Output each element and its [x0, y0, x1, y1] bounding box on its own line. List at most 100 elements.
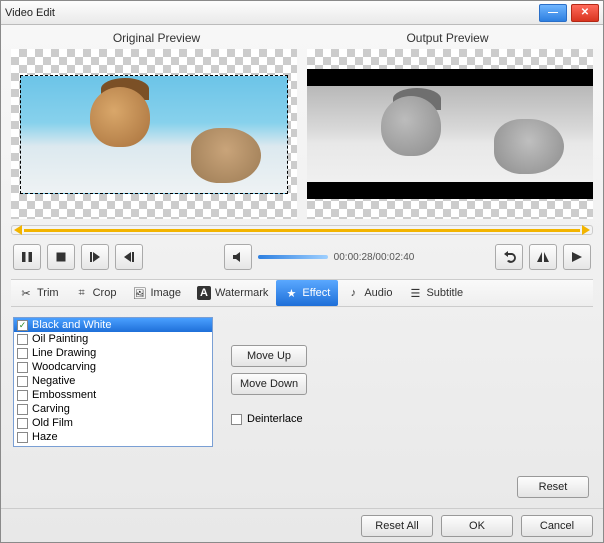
- list-item[interactable]: Black and White: [14, 318, 212, 332]
- list-item[interactable]: Haze: [14, 430, 212, 444]
- list-item[interactable]: Woodcarving: [14, 360, 212, 374]
- set-start-button[interactable]: [81, 244, 109, 270]
- timeline-slider[interactable]: [11, 225, 593, 235]
- window-title: Video Edit: [5, 7, 55, 19]
- tab-label: Crop: [93, 287, 117, 299]
- deinterlace-checkbox[interactable]: Deinterlace: [231, 413, 307, 425]
- time-total: 00:02:40: [375, 252, 414, 263]
- subtitle-icon: ☰: [408, 286, 422, 300]
- crop-selection[interactable]: [20, 75, 289, 194]
- set-end-button[interactable]: [115, 244, 143, 270]
- checkbox-icon[interactable]: [17, 432, 28, 443]
- reset-button[interactable]: Reset: [517, 476, 589, 498]
- reset-all-button[interactable]: Reset All: [361, 515, 433, 537]
- move-up-button[interactable]: Move Up: [231, 345, 307, 367]
- tab-audio[interactable]: ♪ Audio: [338, 280, 400, 306]
- effect-label: Old Film: [32, 416, 73, 430]
- checkbox-icon[interactable]: [17, 362, 28, 373]
- effect-label: Shadow: [32, 444, 72, 447]
- effect-label: Negative: [32, 374, 75, 388]
- move-down-button[interactable]: Move Down: [231, 373, 307, 395]
- checkbox-icon[interactable]: [17, 334, 28, 345]
- trim-end-handle[interactable]: [582, 225, 590, 235]
- tab-crop[interactable]: ⌗ Crop: [67, 280, 125, 306]
- deinterlace-label: Deinterlace: [247, 413, 303, 425]
- squirrel-shape: [494, 119, 564, 174]
- list-item[interactable]: Oil Painting: [14, 332, 212, 346]
- list-item[interactable]: Shadow: [14, 444, 212, 447]
- video-edit-window: Video Edit — ✕ Original Preview Output P…: [0, 0, 604, 543]
- tab-label: Subtitle: [426, 287, 463, 299]
- minimize-button[interactable]: —: [539, 4, 567, 22]
- checkbox-icon[interactable]: [17, 446, 28, 448]
- titlebar: Video Edit — ✕: [1, 1, 603, 25]
- checkbox-icon[interactable]: [17, 348, 28, 359]
- image-icon: 🖼: [132, 286, 146, 300]
- squirrel-shape: [191, 128, 261, 183]
- undo-button[interactable]: [495, 244, 523, 270]
- effect-panel: Black and WhiteOil PaintingLine DrawingW…: [11, 313, 593, 500]
- content-area: Original Preview Output Preview: [1, 25, 603, 508]
- tab-label: Image: [150, 287, 181, 299]
- trim-start-handle[interactable]: [14, 225, 22, 235]
- cancel-button[interactable]: Cancel: [521, 515, 593, 537]
- preview-labels: Original Preview Output Preview: [11, 31, 593, 45]
- checkbox-icon[interactable]: [17, 390, 28, 401]
- list-item[interactable]: Line Drawing: [14, 346, 212, 360]
- effects-list[interactable]: Black and WhiteOil PaintingLine DrawingW…: [13, 317, 213, 447]
- checkbox-icon[interactable]: [17, 404, 28, 415]
- tab-label: Audio: [364, 287, 392, 299]
- checkbox-icon[interactable]: [17, 376, 28, 387]
- move-buttons: Move Up Move Down Deinterlace: [231, 317, 307, 496]
- tab-label: Trim: [37, 287, 59, 299]
- original-preview-label: Original Preview: [11, 31, 302, 45]
- ok-button[interactable]: OK: [441, 515, 513, 537]
- a-icon: A: [197, 286, 211, 300]
- close-button[interactable]: ✕: [571, 4, 599, 22]
- list-item[interactable]: Embossment: [14, 388, 212, 402]
- stop-button[interactable]: [47, 244, 75, 270]
- acorn-shape: [381, 96, 441, 156]
- checkbox-icon: [231, 414, 242, 425]
- effect-label: Haze: [32, 430, 58, 444]
- volume-slider[interactable]: [258, 255, 328, 259]
- effect-label: Embossment: [32, 388, 96, 402]
- bw-frame: [307, 86, 593, 182]
- effect-label: Black and White: [32, 318, 111, 332]
- checkbox-icon[interactable]: [17, 320, 28, 331]
- effect-label: Line Drawing: [32, 346, 96, 360]
- tab-effect[interactable]: ★ Effect: [276, 280, 338, 306]
- time-display: 00:00:28/00:02:40: [334, 252, 415, 263]
- effect-label: Carving: [32, 402, 70, 416]
- checkbox-icon[interactable]: [17, 418, 28, 429]
- mute-button[interactable]: [224, 244, 252, 270]
- player-controls: 00:00:28/00:02:40: [11, 241, 593, 273]
- tab-subtitle[interactable]: ☰ Subtitle: [400, 280, 471, 306]
- acorn-shape: [90, 87, 150, 147]
- output-preview-pane: [307, 49, 593, 219]
- flip-vertical-button[interactable]: [563, 244, 591, 270]
- tab-image[interactable]: 🖼 Image: [124, 280, 189, 306]
- time-current: 00:00:28: [334, 252, 373, 263]
- tab-bar: ✂ Trim ⌗ Crop 🖼 Image A Watermark ★ Effect ♪ A…: [11, 279, 593, 307]
- list-item[interactable]: Negative: [14, 374, 212, 388]
- tab-label: Effect: [302, 287, 330, 299]
- output-letterbox: [307, 69, 593, 198]
- tab-label: Watermark: [215, 287, 268, 299]
- preview-row: [11, 49, 593, 219]
- pause-button[interactable]: [13, 244, 41, 270]
- effect-label: Oil Painting: [32, 332, 88, 346]
- list-item[interactable]: Old Film: [14, 416, 212, 430]
- crop-icon: ⌗: [75, 286, 89, 300]
- tab-trim[interactable]: ✂ Trim: [11, 280, 67, 306]
- effect-label: Woodcarving: [32, 360, 96, 374]
- note-icon: ♪: [346, 286, 360, 300]
- list-item[interactable]: Carving: [14, 402, 212, 416]
- dialog-footer: Reset All OK Cancel: [1, 508, 603, 542]
- flip-horizontal-button[interactable]: [529, 244, 557, 270]
- scissors-icon: ✂: [19, 286, 33, 300]
- output-preview-label: Output Preview: [302, 31, 593, 45]
- tab-watermark[interactable]: A Watermark: [189, 280, 276, 306]
- star-icon: ★: [284, 286, 298, 300]
- original-preview-pane[interactable]: [11, 49, 297, 219]
